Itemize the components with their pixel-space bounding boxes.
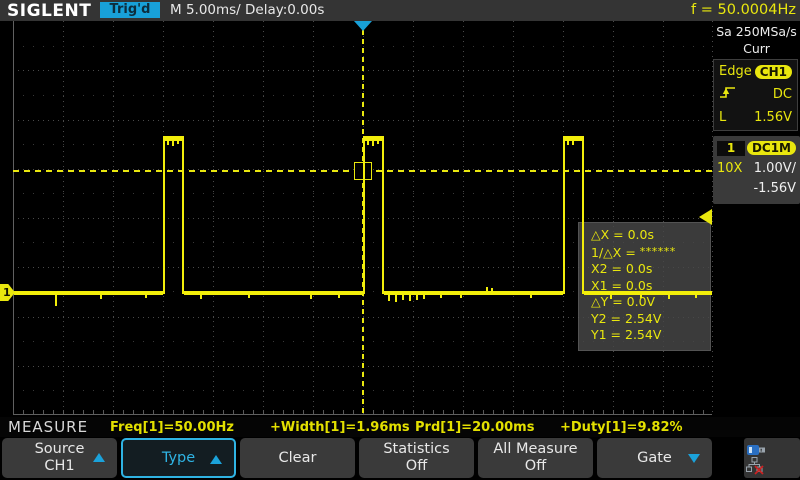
trigger-coupling-label: DC xyxy=(773,87,792,102)
probe-attenuation-label: 10X xyxy=(717,161,742,176)
trace-segment xyxy=(695,295,697,298)
trigger-status-badge: Trig'd xyxy=(100,2,160,18)
channel-scale-readout: 1.00V/ xyxy=(754,161,796,176)
trace-segment xyxy=(563,139,565,294)
measure-period: Prd[1]=20.00ms xyxy=(415,420,534,435)
softkey-sublabel: Off xyxy=(406,458,427,475)
measure-pos-duty: +Duty[1]=9.82% xyxy=(560,420,683,435)
trace-segment xyxy=(377,141,379,144)
trace-segment xyxy=(395,295,397,302)
channel-info-panel: 1 DC1M 10X 1.00V/ -1.56V xyxy=(713,136,800,204)
softkey-clear-button[interactable]: Clear xyxy=(240,438,355,478)
trace-segment xyxy=(363,139,365,294)
top-status-bar: SIGLENT Trig'd M 5.00ms/ Delay:0.00s f =… xyxy=(0,0,800,22)
trace-segment xyxy=(668,295,670,299)
trace-segment xyxy=(200,295,202,299)
trace-segment xyxy=(55,295,57,306)
trace-segment xyxy=(367,141,369,145)
trace-segment xyxy=(582,139,584,294)
softkey-label: All Measure xyxy=(493,441,577,458)
trace-segment xyxy=(177,141,179,144)
softkey-menu-bar: Source CH1 Type Clear Statistics Off All… xyxy=(0,437,800,480)
measure-pos-width: +Width[1]=1.96ms xyxy=(270,420,410,435)
softkey-sublabel: Off xyxy=(525,458,546,475)
trace-segment xyxy=(182,139,184,294)
softkey-label: Source xyxy=(35,441,85,458)
trace-segment xyxy=(440,295,442,298)
trace-segment xyxy=(409,295,411,301)
trace-segment xyxy=(610,295,612,299)
cursor-y1: Y1 = 2.54V xyxy=(591,327,710,344)
trace-segment xyxy=(100,295,102,299)
right-info-sidebar: Sa 250MSa/s Curr 17.5Mpts Edge CH1 DC L … xyxy=(713,21,800,437)
softkey-label: Type xyxy=(162,450,195,467)
trace-segment xyxy=(163,139,165,294)
trace-segment xyxy=(338,295,340,298)
trace-segment xyxy=(167,141,169,145)
measurement-bar: MEASURE Freq[1]=50.00Hz +Width[1]=1.96ms… xyxy=(0,417,800,437)
measure-frequency: Freq[1]=50.00Hz xyxy=(110,420,234,435)
waveform-display: △X = 0.0s 1/△X = ****** X2 = 0.0s X1 = 0… xyxy=(0,21,713,417)
rising-edge-icon xyxy=(719,85,736,104)
trace-segment xyxy=(572,141,574,145)
trace-segment xyxy=(640,295,642,298)
trace-segment xyxy=(567,141,569,145)
frequency-counter: f = 50.0004Hz xyxy=(691,2,796,19)
up-arrow-icon xyxy=(210,455,222,464)
trace-segment xyxy=(14,291,163,295)
softkey-type-button[interactable]: Type xyxy=(121,438,236,478)
trace-segment xyxy=(172,141,174,146)
trace-segment xyxy=(530,295,532,298)
cursor-y2: Y2 = 2.54V xyxy=(591,311,710,328)
trigger-position-indicator[interactable] xyxy=(354,21,372,31)
up-arrow-icon xyxy=(93,453,105,462)
trace-segment xyxy=(584,291,712,295)
trigger-level-value: 1.56V xyxy=(754,110,792,125)
trace-segment xyxy=(491,288,493,291)
trace-segment xyxy=(382,139,384,294)
measure-title: MEASURE xyxy=(8,418,88,436)
graticule-left-border xyxy=(13,21,14,415)
trace-segment xyxy=(248,295,250,298)
trigger-level-label: L xyxy=(719,110,726,125)
softkey-source-button[interactable]: Source CH1 xyxy=(2,438,117,478)
trigger-type-label: Edge xyxy=(719,64,752,79)
trigger-level-indicator[interactable] xyxy=(699,209,712,225)
trace-segment xyxy=(372,141,374,146)
channel-number-chip: 1 xyxy=(717,141,745,156)
lan-disconnected-icon xyxy=(746,457,764,479)
softkey-label: Clear xyxy=(279,450,317,467)
softkey-label: Gate xyxy=(637,450,672,467)
down-arrow-icon xyxy=(688,454,700,463)
trace-segment xyxy=(416,295,418,300)
cursor-readout-panel: △X = 0.0s 1/△X = ****** X2 = 0.0s X1 = 0… xyxy=(578,222,711,351)
softkey-statistics-button[interactable]: Statistics Off xyxy=(359,438,474,478)
sample-rate-readout: Sa 250MSa/s xyxy=(713,24,800,39)
cursor-x2: X2 = 0.0s xyxy=(591,261,710,278)
cursor-delta-x: △X = 0.0s xyxy=(591,227,710,244)
trace-segment xyxy=(388,295,390,301)
softkey-label: Statistics xyxy=(383,441,449,458)
trace-segment xyxy=(310,295,312,299)
oscilloscope-screen: SIGLENT Trig'd M 5.00ms/ Delay:0.00s f =… xyxy=(0,0,800,480)
trace-segment xyxy=(460,295,462,298)
cursor-delta-y: △Y = 0.0V xyxy=(591,294,710,311)
siglent-logo: SIGLENT xyxy=(7,1,91,21)
trace-segment xyxy=(402,295,404,300)
softkey-all-measure-button[interactable]: All Measure Off xyxy=(478,438,593,478)
softkey-gate-button[interactable]: Gate xyxy=(597,438,712,478)
cursor-inverse-delta-x: 1/△X = ****** xyxy=(591,244,710,262)
timebase-readout: M 5.00ms/ Delay:0.00s xyxy=(170,2,324,19)
status-icons-panel xyxy=(744,438,800,478)
trace-segment xyxy=(486,287,488,291)
trigger-info-panel: Edge CH1 DC L 1.56V xyxy=(713,59,798,131)
trace-segment xyxy=(184,291,363,295)
cursor-inverse-value: ****** xyxy=(640,245,676,258)
trigger-source-badge: CH1 xyxy=(755,65,792,79)
trace-segment xyxy=(145,295,147,298)
softkey-sublabel: CH1 xyxy=(44,458,74,475)
channel-offset-readout: -1.56V xyxy=(753,181,796,196)
channel-coupling-badge: DC1M xyxy=(747,141,796,155)
trace-segment xyxy=(423,295,425,299)
